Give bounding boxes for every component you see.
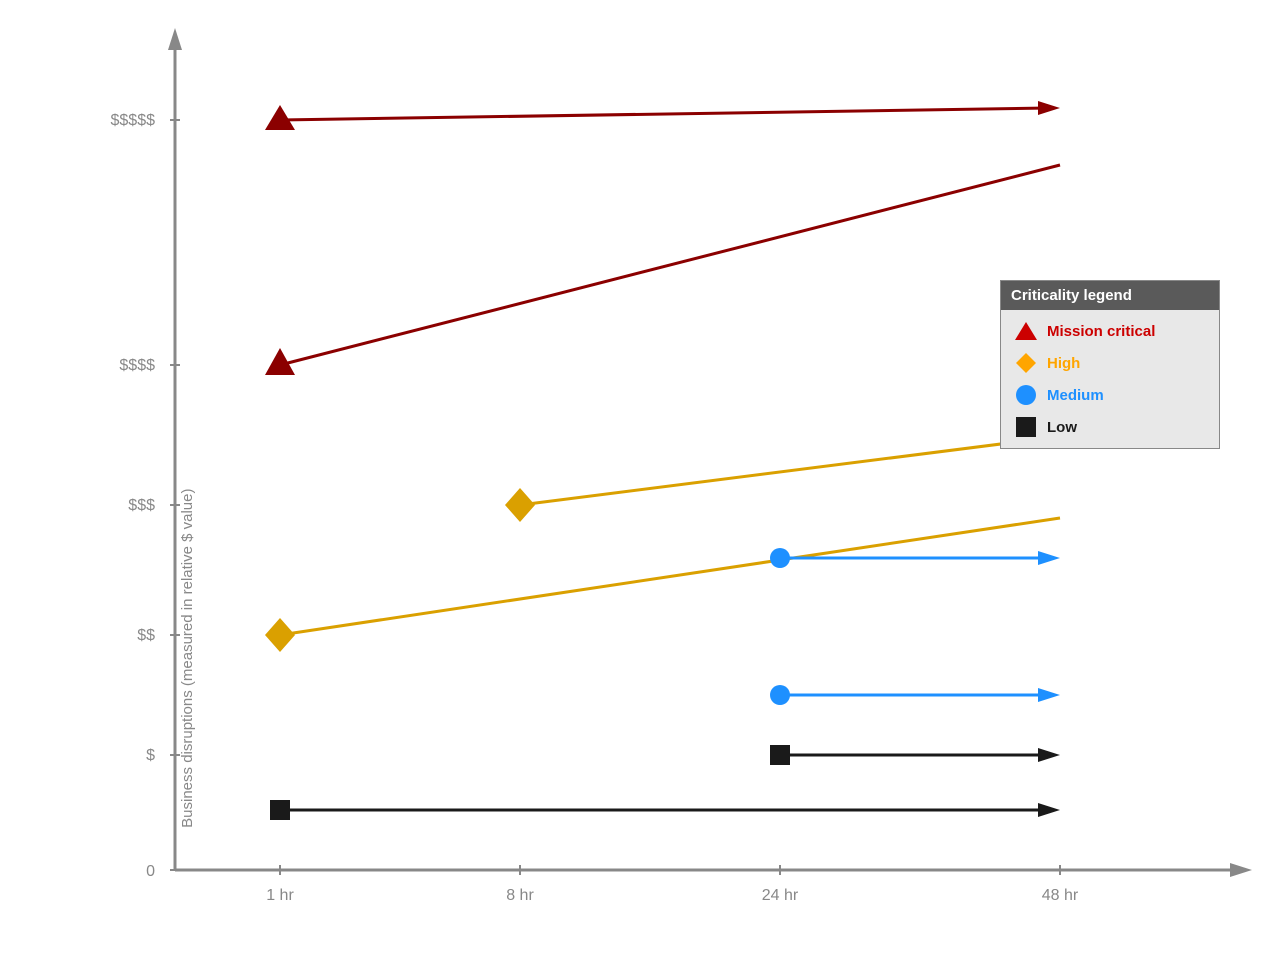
svg-text:48 hr: 48 hr xyxy=(1042,887,1079,904)
y-axis-label: Business disruptions (measured in relati… xyxy=(179,489,196,828)
svg-text:8 hr: 8 hr xyxy=(506,887,534,904)
svg-text:$: $ xyxy=(146,747,155,764)
legend-item-medium: Medium xyxy=(1015,384,1205,406)
legend-label-medium: Medium xyxy=(1047,387,1104,404)
high-icon xyxy=(1015,352,1037,374)
medium-icon xyxy=(1015,384,1037,406)
legend-label-mission-critical: Mission critical xyxy=(1047,323,1155,340)
legend-label-high: High xyxy=(1047,355,1080,372)
legend-item-low: Low xyxy=(1015,416,1205,438)
svg-text:$$: $$ xyxy=(137,627,155,644)
legend-title: Criticality legend xyxy=(1001,281,1219,310)
chart-container: 0 $ $$ $$$ $$$$ $$$$$ 1 hr 8 hr 24 hr 48… xyxy=(0,0,1275,961)
svg-text:$$$$: $$$$ xyxy=(119,357,155,374)
legend-box: Criticality legend Mission critical High xyxy=(1000,280,1220,449)
svg-text:$$$$$: $$$$$ xyxy=(111,112,156,129)
svg-text:24 hr: 24 hr xyxy=(762,887,799,904)
svg-text:0: 0 xyxy=(146,863,155,880)
legend-item-mission-critical: Mission critical xyxy=(1015,320,1205,342)
svg-text:1 hr: 1 hr xyxy=(266,887,294,904)
mission-critical-icon xyxy=(1015,320,1037,342)
legend-label-low: Low xyxy=(1047,419,1077,436)
low-icon xyxy=(1015,416,1037,438)
svg-text:$$$: $$$ xyxy=(128,497,155,514)
legend-item-high: High xyxy=(1015,352,1205,374)
legend-body: Mission critical High Medium xyxy=(1001,310,1219,448)
